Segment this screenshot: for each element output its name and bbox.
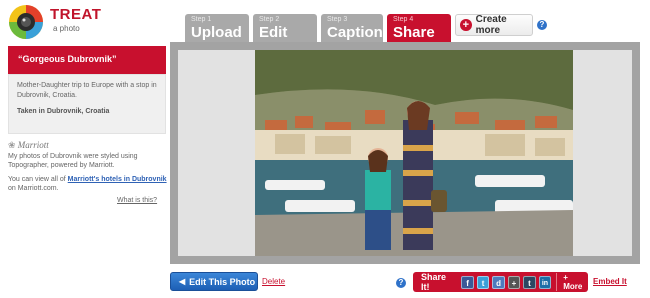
photo-description: Mother-Daughter trip to Europe with a st… (17, 82, 157, 99)
digg-icon[interactable]: d (492, 275, 505, 289)
linkedin-icon[interactable]: in (538, 275, 552, 289)
edit-photo-label: Edit This Photo (189, 276, 256, 287)
chevron-left-icon: ◀ (179, 277, 186, 286)
tab-upload[interactable]: Step 1 Upload (185, 14, 249, 42)
step-name: Share (393, 24, 435, 41)
embed-link[interactable]: Embed It (593, 277, 627, 286)
more-share-button[interactable]: + More (556, 273, 588, 291)
sponsor-hotels-text: You can view all of Marriott's hotels in… (8, 175, 168, 193)
step-number: Step 4 (393, 16, 414, 23)
tumblr-icon[interactable]: t (523, 275, 536, 289)
photo-location: Taken in Dubrovnik, Croatia (17, 108, 110, 115)
logo-subtitle: a photo (53, 24, 80, 33)
tab-edit[interactable]: Step 2 Edit (253, 14, 317, 42)
photo-title: “Gorgeous Dubrovnik” (8, 46, 166, 74)
step-name: Caption (327, 24, 383, 41)
photo-description-box: Mother-Daughter trip to Europe with a st… (8, 74, 166, 134)
marriott-logo-text: Marriott (17, 140, 49, 150)
share-label: Share It! (421, 272, 447, 292)
photo-stage-inner (178, 50, 632, 256)
step-number: Step 1 (191, 16, 212, 23)
help-icon[interactable]: ? (537, 20, 547, 30)
create-more-label: Create more (475, 14, 507, 36)
delete-link[interactable]: Delete (262, 277, 285, 286)
twitter-icon[interactable]: t (476, 275, 490, 289)
step-name: Edit (259, 24, 288, 41)
share-toolbar: Share It! f t d + t in + More (413, 272, 588, 292)
create-more-button[interactable]: + Create more (455, 14, 533, 36)
edit-photo-button[interactable]: ◀ Edit This Photo (170, 272, 258, 291)
tab-caption[interactable]: Step 3 Caption (321, 14, 383, 42)
sponsor-text: My photos of Dubrovnik were styled using… (8, 153, 138, 169)
sponsor-text-suffix: on Marriott.com. (8, 185, 59, 192)
sponsor-text-prefix: You can view all of (8, 176, 68, 183)
marriott-hotels-link[interactable]: Marriott's hotels in Dubrovnik (68, 176, 167, 183)
marriott-logo: ❀ Marriott (8, 140, 49, 151)
rose-icon: ❀ (8, 140, 16, 150)
help-icon[interactable]: ? (396, 278, 406, 288)
plus-circle-icon: + (460, 19, 472, 31)
aperture-logo-icon (9, 5, 43, 39)
logo-title: TREAT (50, 6, 102, 23)
step-number: Step 3 (327, 16, 348, 23)
photo-stage (170, 42, 640, 264)
plus-icon[interactable]: + (507, 275, 521, 289)
app-logo[interactable]: TREAT a photo (8, 4, 102, 40)
step-name: Upload (191, 24, 242, 41)
facebook-icon[interactable]: f (461, 275, 474, 289)
dubrovnik-photo (255, 50, 573, 256)
what-is-this-link[interactable]: What is this? (117, 197, 157, 204)
step-number: Step 2 (259, 16, 280, 23)
photo-image (255, 50, 573, 256)
